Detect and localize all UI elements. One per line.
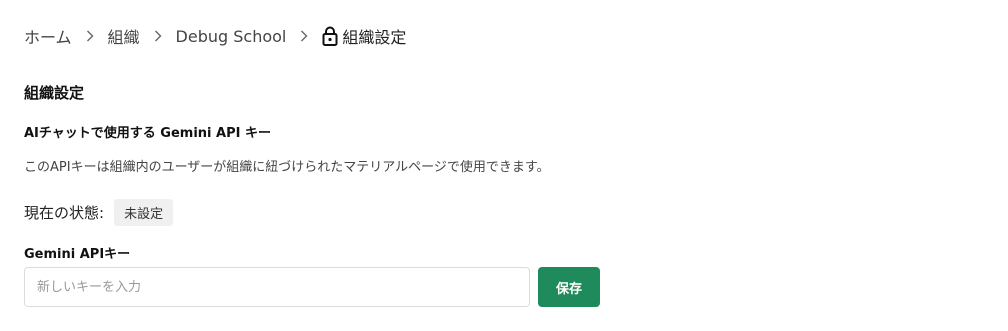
section-description: このAPIキーは組織内のユーザーが組織に紐づけられたマテリアルページで使用できま… [24,160,550,175]
chevron-right-icon [300,30,308,42]
section-subtitle: AIチャットで使用する Gemini API キー [24,126,271,141]
breadcrumb-organization[interactable]: 組織 [108,24,140,48]
status-row: 現在の状態: 未設定 [24,199,174,226]
breadcrumb-home[interactable]: ホーム [24,24,72,48]
breadcrumb-current: 組織設定 [322,24,406,48]
breadcrumb-current-label: 組織設定 [342,28,407,47]
chevron-right-icon [154,30,162,42]
page-title: 組織設定 [24,84,85,102]
breadcrumb: ホーム 組織 Debug School 組織設定 [24,24,406,48]
save-button[interactable]: 保存 [538,267,600,307]
api-key-input[interactable] [24,267,530,307]
lock-icon [322,26,338,46]
status-label: 現在の状態: [24,204,105,222]
breadcrumb-school[interactable]: Debug School [176,27,287,46]
status-badge: 未設定 [114,199,174,226]
org-settings-page: ホーム 組織 Debug School 組織設定 組織設定 AIチャットで使用す… [0,0,1008,331]
chevron-right-icon [86,30,94,42]
api-key-label: Gemini APIキー [24,247,131,262]
